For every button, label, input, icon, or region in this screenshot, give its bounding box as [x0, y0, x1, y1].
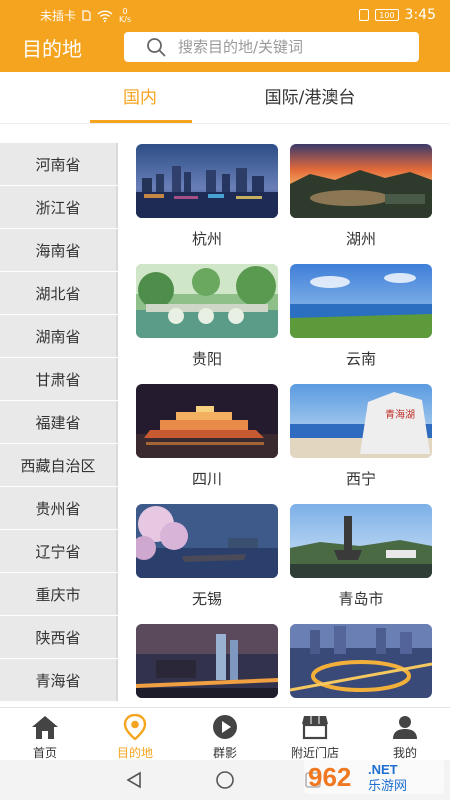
city-monument-photo[interactable] [290, 504, 432, 578]
sidebar-item-qinghai[interactable]: 青海省 [0, 659, 118, 701]
app-screen: 未插卡 0 K/s 100 3:45 目的地 国内 国际/港澳台 [0, 0, 450, 800]
destination-label: 贵阳 [191, 350, 222, 368]
sunset-lake-city-photo[interactable] [290, 144, 432, 218]
destination-card-wuxi[interactable]: 无锡 [136, 504, 278, 608]
battery-icon: 100 [375, 9, 399, 21]
sidebar-item-hainan[interactable]: 海南省 [0, 229, 118, 271]
stone-bridge-park-photo[interactable] [136, 264, 278, 338]
net-speed-unit: K/s [119, 14, 132, 24]
nav-label: 首页 [32, 746, 57, 760]
search-icon [146, 32, 174, 62]
city-night-skyline-photo[interactable] [136, 144, 278, 218]
destination-card-city-towers[interactable] [136, 624, 278, 707]
destination-card-interchange[interactable] [290, 624, 432, 707]
destination-card-hangzhou[interactable]: 杭州 [136, 144, 278, 248]
sidebar-item-guizhou[interactable]: 贵州省 [0, 487, 118, 529]
destination-grid: 杭州 湖州 贵阳 云南 四川 青海湖 西宁 无锡 青岛市 [118, 125, 450, 707]
wifi-icon [97, 9, 113, 22]
sidebar-item-shaanxi[interactable]: 陕西省 [0, 616, 118, 658]
province-sidebar[interactable]: 河南省 浙江省 海南省 湖北省 湖南省 甘肃省 福建省 西藏自治区 贵州省 辽宁… [0, 143, 118, 707]
sidebar-item-hunan[interactable]: 湖南省 [0, 315, 118, 357]
destination-card-yunnan[interactable]: 云南 [290, 264, 432, 368]
destination-card-qingdao[interactable]: 青岛市 [290, 504, 432, 608]
carrier-text: 未插卡 [40, 9, 77, 23]
status-bar: 未插卡 0 K/s 100 3:45 [0, 0, 450, 30]
stone-inscription: 青海湖 [385, 408, 415, 421]
user-icon [393, 716, 417, 739]
sidebar-item-zhejiang[interactable]: 浙江省 [0, 186, 118, 228]
destination-card-guiyang[interactable]: 贵阳 [136, 264, 278, 368]
nav-label: 目的地 [116, 746, 153, 760]
destination-card-sichuan[interactable]: 四川 [136, 384, 278, 488]
sidebar-item-henan[interactable]: 河南省 [0, 143, 118, 185]
destination-label: 西宁 [345, 470, 376, 488]
clock: 3:45 [404, 7, 436, 23]
sidebar-item-xizang[interactable]: 西藏自治区 [0, 444, 118, 486]
tab-international[interactable]: 国际/港澳台 [240, 86, 380, 110]
net-speed: 0 K/s [119, 7, 132, 24]
status-right: 100 3:45 [359, 7, 436, 23]
active-tab-indicator [90, 120, 192, 123]
blue-lake-shore-photo[interactable] [290, 264, 432, 338]
home-circle-icon[interactable] [215, 770, 235, 790]
status-left: 未插卡 0 K/s [40, 7, 131, 24]
watermark-domain: .NET [368, 762, 398, 777]
destination-label: 青岛市 [338, 590, 384, 608]
site-watermark: 962 .NET 乐游网 [304, 758, 444, 794]
nav-nearby-stores[interactable]: 附近门店 [270, 708, 360, 761]
play-icon [213, 715, 237, 739]
bottom-nav: 首页 目的地 群影 附近门店 我的 [0, 707, 450, 760]
night-river-boat-photo[interactable] [136, 384, 278, 458]
sidebar-item-hubei[interactable]: 湖北省 [0, 272, 118, 314]
sim-icon [82, 10, 91, 21]
sidebar-item-chongqing[interactable]: 重庆市 [0, 573, 118, 615]
destination-label: 杭州 [191, 230, 222, 248]
nav-destination[interactable]: 目的地 [90, 708, 180, 761]
lakeside-stone-photo[interactable]: 青海湖 [290, 384, 432, 458]
store-icon [302, 716, 328, 740]
app-header: 目的地 [0, 30, 450, 72]
destination-card-xining[interactable]: 青海湖 西宁 [290, 384, 432, 488]
destination-label: 云南 [345, 350, 376, 368]
watermark-brand: 962 [308, 762, 351, 792]
tab-domestic[interactable]: 国内 [90, 86, 190, 110]
sidebar-item-gansu[interactable]: 甘肃省 [0, 358, 118, 400]
search-box[interactable] [124, 32, 419, 62]
search-input[interactable] [178, 33, 398, 61]
destination-label: 湖州 [345, 230, 376, 248]
back-icon[interactable] [125, 771, 143, 789]
destination-card-huzhou[interactable]: 湖州 [290, 144, 432, 248]
vibrate-icon [359, 9, 370, 21]
watermark-site: 乐游网 [368, 779, 407, 794]
highway-interchange-night-photo[interactable] [290, 624, 432, 698]
destination-label: 无锡 [191, 590, 222, 608]
destination-label: 四川 [191, 470, 222, 488]
location-pin-icon [123, 714, 147, 740]
nav-label: 群影 [212, 746, 237, 760]
nav-group-video[interactable]: 群影 [180, 708, 270, 761]
sidebar-item-liaoning[interactable]: 辽宁省 [0, 530, 118, 572]
home-icon [32, 716, 58, 739]
page-title: 目的地 [22, 37, 82, 61]
nav-profile[interactable]: 我的 [360, 708, 450, 761]
nav-home[interactable]: 首页 [0, 708, 90, 761]
region-tabs: 国内 国际/港澳台 [0, 72, 450, 124]
sidebar-item-fujian[interactable]: 福建省 [0, 401, 118, 443]
city-towers-night-photo[interactable] [136, 624, 278, 698]
cherry-blossom-lake-photo[interactable] [136, 504, 278, 578]
